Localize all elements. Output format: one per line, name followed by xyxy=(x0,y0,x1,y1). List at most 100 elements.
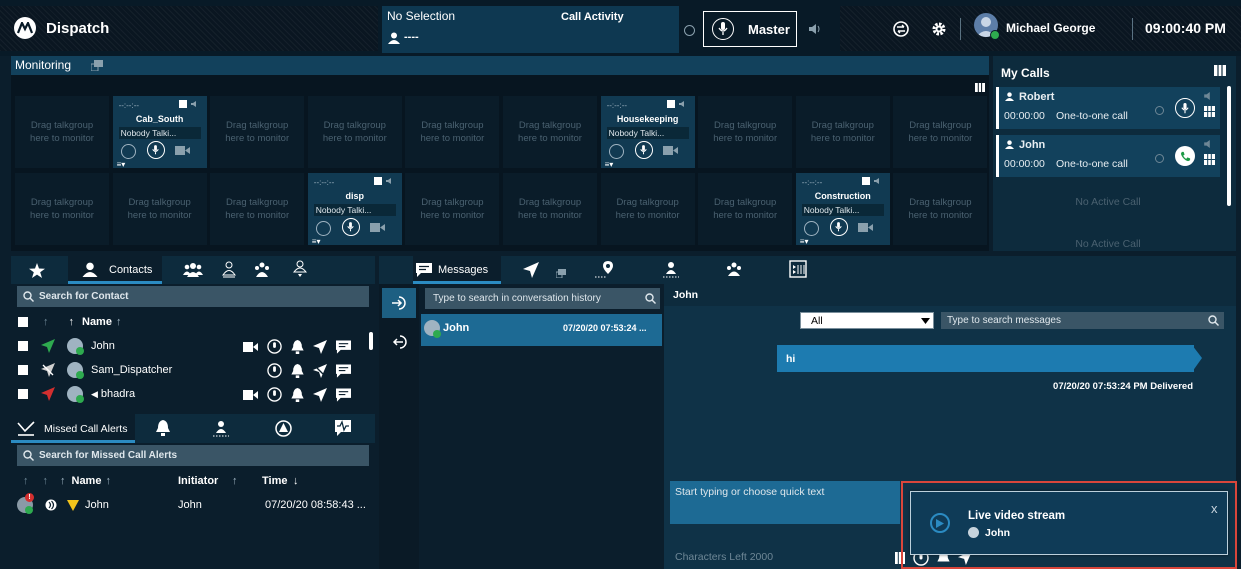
column-initiator[interactable]: Initiator xyxy=(178,475,218,487)
grid-speaker-icon[interactable] xyxy=(666,100,687,108)
phone-icon[interactable] xyxy=(1175,146,1195,166)
alert-circle-icon[interactable] xyxy=(275,420,292,437)
sort-arrow-icon[interactable]: ↑ xyxy=(69,316,75,328)
empty-monitor-slot[interactable]: Drag talkgroup here to monitor xyxy=(503,96,597,168)
message-search-input[interactable]: Type to search messages xyxy=(941,312,1224,329)
master-radio[interactable] xyxy=(684,25,695,36)
gear-icon[interactable] xyxy=(931,21,947,37)
tab-contacts[interactable]: Contacts xyxy=(68,256,162,284)
transfer-icon[interactable] xyxy=(893,21,909,37)
empty-monitor-slot[interactable]: Drag talkgroup here to monitor xyxy=(307,96,402,168)
microphone-icon[interactable] xyxy=(1175,98,1195,118)
close-button[interactable]: x xyxy=(1211,501,1218,516)
menu-icon[interactable]: ≡▾ xyxy=(117,158,126,171)
microphone-icon[interactable] xyxy=(267,339,282,354)
column-name[interactable]: Name xyxy=(82,316,112,328)
search-icon[interactable] xyxy=(645,293,656,304)
select-radio[interactable] xyxy=(608,144,624,159)
column-time[interactable]: Time xyxy=(262,475,287,487)
video-icon[interactable] xyxy=(174,146,190,155)
user-name[interactable]: Michael George xyxy=(1006,21,1095,35)
popout-icon[interactable] xyxy=(91,60,103,71)
popout-icon[interactable] xyxy=(556,269,566,278)
menu-icon[interactable]: ≡▾ xyxy=(312,235,321,248)
call-card-robert[interactable]: Robert 00:00:00 One-to-one call xyxy=(996,87,1220,129)
live-video-toast[interactable]: Live video stream John x xyxy=(910,491,1228,555)
message-icon[interactable] xyxy=(336,363,351,378)
microphone-icon[interactable] xyxy=(829,218,848,236)
menu-icon[interactable]: ≡▾ xyxy=(800,235,809,248)
microphone-icon[interactable] xyxy=(146,141,165,159)
speaker-icon[interactable] xyxy=(809,24,821,34)
keypad-icon[interactable] xyxy=(1204,154,1215,165)
talkgroup-tile[interactable]: --:--:-- Construction Nobody Talki... ≡▾ xyxy=(795,173,890,248)
multi-group-icon[interactable] xyxy=(253,261,271,279)
filter-select[interactable]: All xyxy=(800,312,934,329)
play-icon[interactable] xyxy=(930,513,950,533)
menu-icon[interactable]: ≡▾ xyxy=(605,158,614,171)
empty-monitor-slot[interactable]: Drag talkgroup here to monitor xyxy=(893,96,988,168)
keypad-icon[interactable] xyxy=(1204,106,1215,117)
emergency-user-icon[interactable] xyxy=(662,261,680,278)
scrollbar[interactable] xyxy=(1227,86,1231,206)
message-icon[interactable] xyxy=(336,339,351,354)
microphone-icon[interactable] xyxy=(341,218,360,236)
location-pin-icon[interactable] xyxy=(595,261,615,278)
sort-arrow-icon[interactable]: ↑ xyxy=(43,316,49,328)
location-arrow-icon[interactable] xyxy=(523,262,539,278)
video-icon[interactable] xyxy=(369,223,385,232)
dynamic-group-icon[interactable] xyxy=(291,260,309,278)
empty-monitor-slot[interactable]: Drag talkgroup here to monitor xyxy=(15,173,109,245)
tab-missed-call-alerts[interactable]: Missed Call Alerts xyxy=(11,414,135,443)
sort-arrow-icon[interactable]: ↑ xyxy=(23,475,29,487)
bell-icon[interactable] xyxy=(156,420,170,436)
alert-row[interactable]: ! John John 07/20/20 08:58:43 ... xyxy=(11,493,375,517)
row-checkbox[interactable] xyxy=(18,341,28,351)
contact-row[interactable]: John xyxy=(11,334,375,358)
empty-monitor-slot[interactable]: Drag talkgroup here to monitor xyxy=(600,173,695,245)
video-icon[interactable] xyxy=(662,146,678,155)
sort-arrow-icon[interactable]: ↑ xyxy=(60,475,66,487)
inbox-button[interactable] xyxy=(382,288,416,318)
microphone-icon[interactable] xyxy=(267,363,282,378)
empty-monitor-slot[interactable]: Drag talkgroup here to monitor xyxy=(698,173,793,245)
contact-row[interactable]: Sam_Dispatcher xyxy=(11,358,375,382)
alert-search-input[interactable]: Search for Missed Call Alerts xyxy=(17,445,369,466)
empty-monitor-slot[interactable]: Drag talkgroup here to monitor xyxy=(210,173,305,245)
video-icon[interactable] xyxy=(243,341,258,352)
select-all-checkbox[interactable] xyxy=(18,317,28,327)
emergency-user-icon[interactable] xyxy=(211,420,231,438)
contact-search-input[interactable]: Search for Contact xyxy=(17,286,369,307)
selection-panel[interactable]: No Selection ---- Call Activity xyxy=(382,6,679,53)
group-icon[interactable] xyxy=(183,262,203,277)
history-search-input[interactable]: Type to search in conversation history xyxy=(425,288,660,309)
star-icon[interactable] xyxy=(29,263,45,278)
call-card-john[interactable]: John 00:00:00 One-to-one call xyxy=(996,135,1220,177)
talkgroup-icon[interactable] xyxy=(220,261,238,279)
conversation-item[interactable]: John 07/20/20 07:53:24 ... xyxy=(421,314,662,346)
select-radio[interactable] xyxy=(803,221,819,236)
empty-monitor-slot[interactable]: Drag talkgroup here to monitor xyxy=(795,96,890,168)
playlist-icon[interactable] xyxy=(789,260,807,278)
column-name[interactable]: Name xyxy=(72,475,102,487)
select-radio[interactable] xyxy=(315,221,331,236)
sort-arrow-icon[interactable]: ↑ xyxy=(43,475,49,487)
row-checkbox[interactable] xyxy=(18,389,28,399)
talkgroup-tile[interactable]: --:--:-- disp Nobody Talki... ≡▾ xyxy=(307,173,402,248)
message-icon[interactable] xyxy=(336,387,351,402)
empty-monitor-slot[interactable]: Drag talkgroup here to monitor xyxy=(698,96,793,168)
master-button[interactable]: Master xyxy=(703,11,797,47)
empty-monitor-slot[interactable]: Drag talkgroup here to monitor xyxy=(405,173,500,245)
empty-monitor-slot[interactable]: Drag talkgroup here to monitor xyxy=(405,96,500,168)
empty-monitor-slot[interactable]: Drag talkgroup here to monitor xyxy=(15,96,109,168)
compose-input[interactable]: Start typing or choose quick text xyxy=(670,481,900,524)
row-checkbox[interactable] xyxy=(18,365,28,375)
talkgroup-tile[interactable]: --:--:-- Housekeeping Nobody Talki... ≡▾ xyxy=(600,96,695,171)
speaker-icon[interactable] xyxy=(1204,92,1214,100)
grid-layout-icon[interactable] xyxy=(975,83,985,92)
select-radio[interactable] xyxy=(120,144,136,159)
speaker-icon[interactable] xyxy=(1204,140,1214,148)
video-icon[interactable] xyxy=(243,389,258,400)
microphone-icon[interactable] xyxy=(267,387,282,402)
scrollbar[interactable] xyxy=(369,332,373,350)
